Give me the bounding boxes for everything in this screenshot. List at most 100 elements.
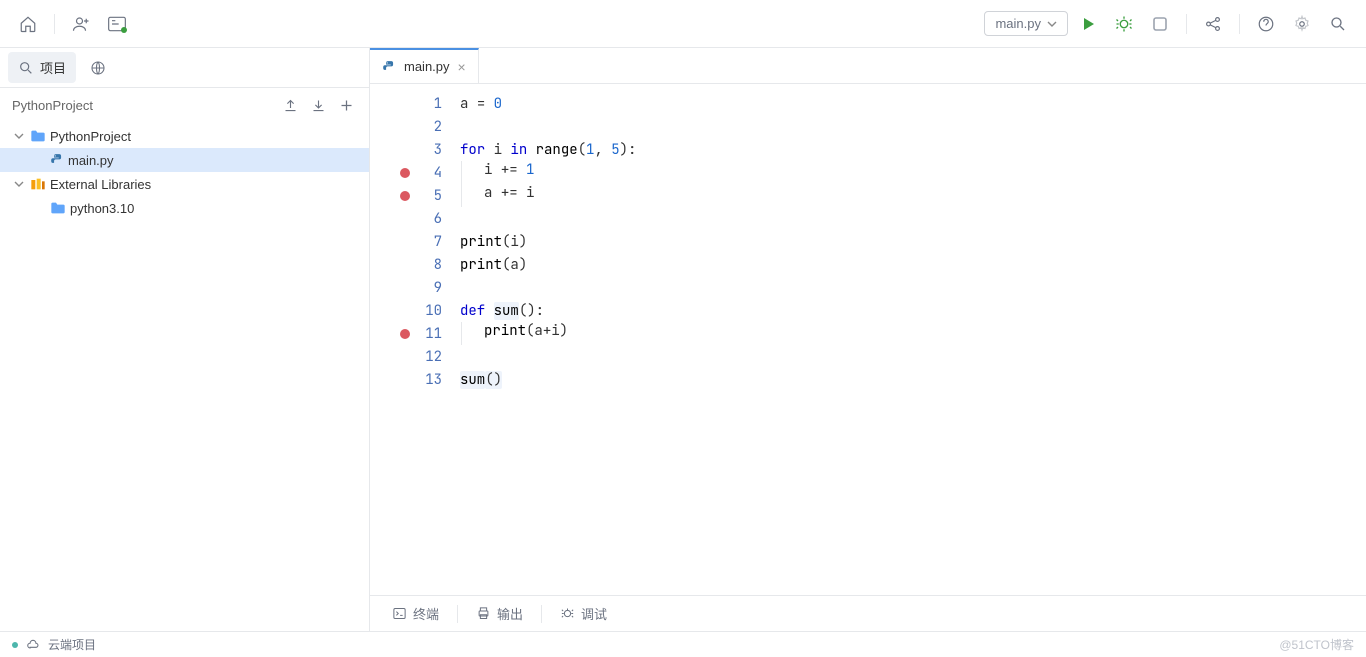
- toolbar-separator: [54, 14, 55, 34]
- tree-extlib-label: External Libraries: [50, 177, 151, 192]
- globe-icon: [90, 60, 106, 76]
- project-tree[interactable]: PythonProject main.py External Libraries…: [0, 122, 369, 631]
- line-number[interactable]: 13: [370, 368, 460, 391]
- chevron-down-icon: [1047, 19, 1057, 29]
- editor-tab-main[interactable]: main.py ×: [370, 48, 479, 83]
- editor-area: main.py × 1 2 3 4 5 6 7 8 9 10 11 12 13 …: [370, 48, 1366, 631]
- code-line[interactable]: print(a): [460, 253, 636, 276]
- run-config-label: main.py: [995, 16, 1041, 31]
- chevron-down-icon: [12, 177, 26, 191]
- tree-folder-root[interactable]: PythonProject: [0, 124, 369, 148]
- code-line[interactable]: def sum():: [460, 299, 636, 322]
- status-dot: [121, 27, 127, 33]
- code-editor[interactable]: 1 2 3 4 5 6 7 8 9 10 11 12 13 a = 0 for …: [370, 84, 1366, 595]
- code-line[interactable]: print(a+i): [460, 322, 636, 345]
- code-line[interactable]: sum(): [460, 368, 636, 391]
- gutter[interactable]: 1 2 3 4 5 6 7 8 9 10 11 12 13: [370, 84, 460, 595]
- line-number-breakpoint[interactable]: 5: [370, 184, 460, 207]
- line-number[interactable]: 6: [370, 207, 460, 230]
- download-button[interactable]: [305, 92, 331, 118]
- tab-debug-label: 调试: [581, 604, 607, 623]
- line-number-breakpoint[interactable]: 11: [370, 322, 460, 345]
- cloud-icon: [26, 638, 40, 652]
- tree-external-libraries[interactable]: External Libraries: [0, 172, 369, 196]
- stop-button[interactable]: [1144, 8, 1176, 40]
- line-number[interactable]: 2: [370, 115, 460, 138]
- code-line[interactable]: [460, 345, 636, 368]
- chevron-down-icon: [12, 129, 26, 143]
- tree-python-version[interactable]: python3.10: [0, 196, 369, 220]
- tab-remote[interactable]: [80, 54, 116, 82]
- bug-icon: [560, 606, 575, 621]
- tree-main-label: main.py: [68, 153, 114, 168]
- toolbar-separator: [1239, 14, 1240, 34]
- share-button[interactable]: [1197, 8, 1229, 40]
- tab-output[interactable]: 输出: [466, 600, 533, 627]
- code-line[interactable]: [460, 115, 636, 138]
- line-number[interactable]: 10: [370, 299, 460, 322]
- close-tab-button[interactable]: ×: [458, 59, 466, 75]
- sidebar-actions: [277, 92, 359, 118]
- python-file-icon: [50, 153, 64, 167]
- line-number[interactable]: 9: [370, 276, 460, 299]
- library-icon: [30, 177, 46, 191]
- line-number[interactable]: 1: [370, 92, 460, 115]
- folder-icon: [50, 201, 66, 215]
- sidebar-header: PythonProject: [0, 88, 369, 122]
- python-file-icon: [382, 60, 396, 74]
- new-file-button[interactable]: [333, 92, 359, 118]
- code-line[interactable]: a += i: [460, 184, 636, 207]
- settings-button[interactable]: [1286, 8, 1318, 40]
- main-toolbar: main.py: [0, 0, 1366, 48]
- code-line[interactable]: [460, 276, 636, 299]
- toolbar-left: [12, 8, 133, 40]
- editor-tab-strip: main.py ×: [370, 48, 1366, 84]
- tab-filename: main.py: [404, 59, 450, 74]
- code-content[interactable]: a = 0 for i in range(1, 5): i += 1 a += …: [460, 84, 636, 595]
- connection-dot: [12, 642, 18, 648]
- code-line[interactable]: a = 0: [460, 92, 636, 115]
- tab-project[interactable]: 项目: [8, 52, 76, 83]
- project-title: PythonProject: [12, 98, 93, 113]
- printer-icon: [476, 606, 491, 621]
- add-user-button[interactable]: [65, 8, 97, 40]
- tree-file-main[interactable]: main.py: [0, 148, 369, 172]
- tab-terminal-label: 终端: [413, 604, 439, 623]
- search-icon: [18, 60, 34, 76]
- line-number[interactable]: 12: [370, 345, 460, 368]
- separator: [541, 605, 542, 623]
- watermark: @51CTO博客: [1279, 636, 1354, 653]
- main-area: 项目 PythonProject: [0, 48, 1366, 631]
- help-button[interactable]: [1250, 8, 1282, 40]
- status-cloud-label[interactable]: 云端项目: [48, 636, 96, 653]
- sidebar-tab-strip: 项目: [0, 48, 369, 88]
- tab-debug[interactable]: 调试: [550, 600, 617, 627]
- terminal-icon: [392, 606, 407, 621]
- code-with-me-button[interactable]: [101, 8, 133, 40]
- toolbar-separator: [1186, 14, 1187, 34]
- run-config-selector[interactable]: main.py: [984, 11, 1068, 36]
- code-line[interactable]: [460, 207, 636, 230]
- search-everywhere-button[interactable]: [1322, 8, 1354, 40]
- upload-button[interactable]: [277, 92, 303, 118]
- tree-pyver-label: python3.10: [70, 201, 134, 216]
- folder-icon: [30, 129, 46, 143]
- separator: [457, 605, 458, 623]
- tab-output-label: 输出: [497, 604, 523, 623]
- code-line[interactable]: print(i): [460, 230, 636, 253]
- status-left: 云端项目: [12, 636, 96, 653]
- tab-terminal[interactable]: 终端: [382, 600, 449, 627]
- home-button[interactable]: [12, 8, 44, 40]
- code-line[interactable]: i += 1: [460, 161, 636, 184]
- debug-button[interactable]: [1108, 8, 1140, 40]
- line-number[interactable]: 8: [370, 253, 460, 276]
- project-sidebar: 项目 PythonProject: [0, 48, 370, 631]
- tree-root-label: PythonProject: [50, 129, 131, 144]
- run-button[interactable]: [1072, 8, 1104, 40]
- toolbar-right: main.py: [984, 8, 1354, 40]
- line-number[interactable]: 7: [370, 230, 460, 253]
- line-number-breakpoint[interactable]: 4: [370, 161, 460, 184]
- tab-project-label: 项目: [40, 58, 66, 77]
- code-line[interactable]: for i in range(1, 5):: [460, 138, 636, 161]
- line-number[interactable]: 3: [370, 138, 460, 161]
